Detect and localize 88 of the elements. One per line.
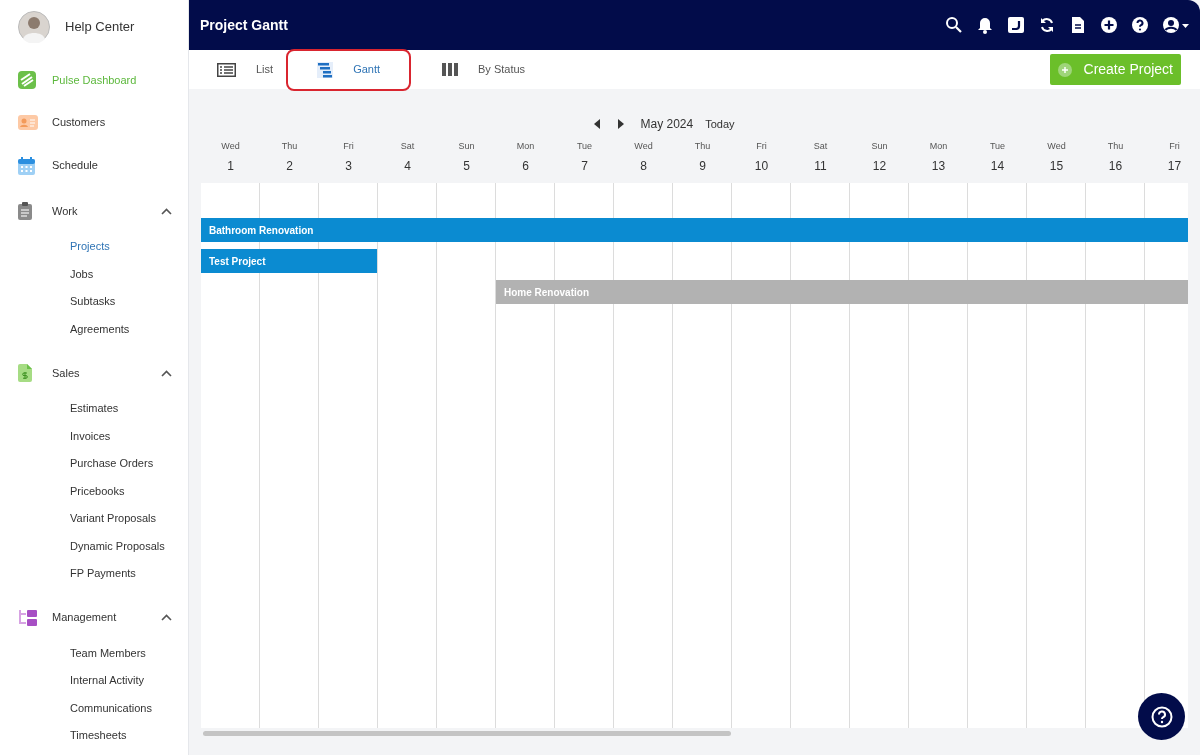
weekday-label: Mon <box>516 140 535 152</box>
day-number: 14 <box>990 158 1005 175</box>
calendar-icon <box>18 156 35 175</box>
nav-link[interactable]: Dynamic Proposals <box>70 532 188 560</box>
avatar[interactable] <box>18 11 50 44</box>
day-number: 15 <box>1049 158 1064 175</box>
nav-link[interactable]: FP Payments <box>70 559 188 588</box>
clipboard-icon <box>18 202 32 221</box>
weekday-label: Fri <box>1169 140 1180 152</box>
weekday-label: Tue <box>989 140 1006 152</box>
nav-link[interactable]: Pricebooks <box>70 477 188 505</box>
nav-link[interactable]: Projects <box>70 232 188 261</box>
horizontal-scrollbar[interactable] <box>203 731 731 736</box>
day-number: 7 <box>581 158 588 175</box>
weekday-label: Thu <box>281 140 298 152</box>
nav-group-label[interactable]: Management <box>52 609 117 626</box>
plus-circle-icon <box>1057 62 1072 77</box>
weekday-label: Fri <box>343 140 354 152</box>
day-number: 8 <box>640 158 647 175</box>
account-menu-icon[interactable] <box>1162 16 1190 34</box>
nav-link[interactable]: Subtasks <box>70 287 188 316</box>
nav-link[interactable]: Variant Proposals <box>70 504 188 533</box>
next-arrow-icon[interactable] <box>618 119 625 129</box>
gantt-bar[interactable]: Bathroom Renovation <box>201 218 1188 242</box>
page-title: Project Gantt <box>200 15 288 35</box>
search-icon[interactable] <box>945 16 963 34</box>
day-number: 10 <box>754 158 769 175</box>
weekday-label: Fri <box>756 140 767 152</box>
chevron-up-icon[interactable] <box>161 614 172 622</box>
day-number: 1 <box>227 158 234 175</box>
columns-icon <box>442 63 459 76</box>
day-number: 9 <box>699 158 706 175</box>
day-number: 5 <box>463 158 470 175</box>
weekday-label: Tue <box>576 140 593 152</box>
view-tab[interactable]: Gantt <box>286 48 412 91</box>
view-tab[interactable]: By Status <box>411 48 557 91</box>
nav-link[interactable]: Purchase Orders <box>70 449 188 478</box>
gantt-icon <box>317 61 334 78</box>
weekday-label: Wed <box>634 140 653 152</box>
list-icon <box>217 62 236 77</box>
weekday-label: Sun <box>871 140 888 152</box>
gantt-bar[interactable]: Test Project <box>201 249 377 273</box>
add-icon[interactable] <box>1100 16 1118 34</box>
dollar-document-icon <box>18 364 32 383</box>
contact-card-icon <box>18 115 38 131</box>
day-number: 6 <box>522 158 529 175</box>
bell-icon[interactable] <box>976 16 994 34</box>
day-number: 17 <box>1167 158 1182 175</box>
weekday-label: Sun <box>458 140 475 152</box>
nav-link[interactable]: Schedule <box>52 157 98 174</box>
month-label: May 2024 <box>640 116 694 133</box>
nav-link[interactable]: Customers <box>52 114 106 131</box>
folder-tree-icon <box>18 609 37 626</box>
chevron-up-icon[interactable] <box>161 369 172 377</box>
day-number: 16 <box>1108 158 1123 175</box>
nav-link[interactable]: Agreements <box>70 315 188 343</box>
help-icon <box>1150 705 1173 728</box>
nav-group-label[interactable]: Work <box>52 203 78 220</box>
nav-link[interactable]: Team Members <box>70 639 188 667</box>
nav-link[interactable]: Communications <box>70 694 188 722</box>
document-icon[interactable] <box>1069 16 1087 34</box>
help-icon[interactable] <box>1131 16 1149 34</box>
weekday-label: Wed <box>221 140 240 152</box>
day-number: 3 <box>345 158 352 175</box>
nav-link[interactable]: Estimates <box>70 394 188 423</box>
weekday-label: Sat <box>813 140 828 152</box>
weekday-label: Thu <box>1107 140 1124 152</box>
nav-link[interactable]: Jobs <box>70 260 188 288</box>
day-number: 13 <box>931 158 946 175</box>
previous-arrow-icon[interactable] <box>594 119 601 129</box>
nav-group-label[interactable]: Sales <box>52 365 80 382</box>
weekday-label: Sat <box>400 140 415 152</box>
user-name: Help Center <box>65 18 135 37</box>
nav-link[interactable]: Invoices <box>70 422 188 450</box>
weekday-label: Mon <box>929 140 948 152</box>
day-number: 11 <box>814 158 827 175</box>
weekday-label: Wed <box>1047 140 1066 152</box>
phone-icon[interactable] <box>1007 16 1025 34</box>
chevron-up-icon[interactable] <box>161 207 172 215</box>
weekday-label: Thu <box>694 140 711 152</box>
nav-link[interactable]: Internal Activity <box>70 666 188 695</box>
nav-link[interactable]: Timesheets <box>70 721 188 750</box>
sync-icon[interactable] <box>1038 16 1056 34</box>
day-number: 12 <box>872 158 887 175</box>
today-button[interactable]: Today <box>705 115 735 133</box>
day-number: 4 <box>404 158 411 175</box>
stripes-logo-icon <box>18 70 36 89</box>
day-number: 2 <box>286 158 293 175</box>
